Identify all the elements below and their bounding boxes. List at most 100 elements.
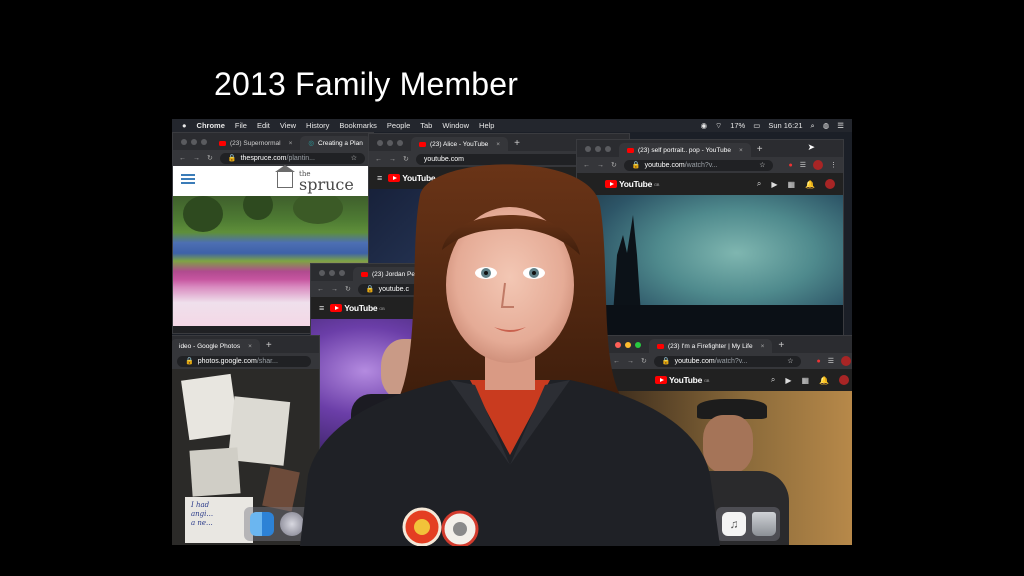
tab-title: Creating a Plan <box>318 139 363 147</box>
new-tab-button[interactable]: + <box>260 339 278 353</box>
dock-right: ♫ <box>716 507 780 541</box>
menu-edit[interactable]: Edit <box>257 121 270 130</box>
menu-bar-status: ◉ ⌔ 17% ▭ Sun 16:21 ⌕ ◍ ☰ <box>701 119 844 132</box>
menu-bookmarks[interactable]: Bookmarks <box>339 121 377 130</box>
search-icon[interactable]: ⌕ <box>771 375 775 385</box>
menu-tab[interactable]: Tab <box>420 121 432 130</box>
extension-icon[interactable]: ● <box>816 358 820 365</box>
handwriting-line: a ne... <box>191 519 213 527</box>
youtube-avatar[interactable] <box>839 375 849 385</box>
create-video-icon[interactable]: ▶ <box>771 180 777 189</box>
profile-avatar[interactable] <box>841 356 851 366</box>
siri-icon[interactable]: ◍ <box>823 121 830 130</box>
reading-list-icon[interactable]: ☰ <box>828 357 834 365</box>
zoom-window-icon[interactable] <box>201 138 207 145</box>
reading-list-icon[interactable]: ☰ <box>800 161 806 169</box>
presenter <box>300 164 720 546</box>
clock[interactable]: Sun 16:21 <box>768 121 802 130</box>
tab-title: (23) Supernormal <box>230 139 281 147</box>
tab-title: ideo - Google Photos <box>179 342 241 350</box>
music-app-icon[interactable]: ♫ <box>722 512 746 536</box>
back-icon[interactable]: ← <box>179 155 186 162</box>
mouse-cursor-icon: ➤ <box>807 142 815 152</box>
address-bar-row: 🔒 photos.google.com /shar... <box>172 353 319 369</box>
notifications-bell-icon[interactable]: 🔔 <box>805 180 815 189</box>
youtube-avatar[interactable] <box>825 179 835 189</box>
youtube-favicon-icon <box>219 140 226 146</box>
youtube-header-actions: ⌕ ▶ ▦ 🔔 <box>771 375 852 385</box>
extension-icon[interactable]: ● <box>788 162 792 169</box>
bookmark-star-icon[interactable]: ☆ <box>759 161 765 169</box>
url-field[interactable]: 🔒 photos.google.com /shar... <box>177 355 311 367</box>
bookmark-star-icon[interactable]: ☆ <box>787 357 793 365</box>
mac-menu-bar: ● Chrome File Edit View History Bookmark… <box>172 119 852 132</box>
notification-center-icon[interactable]: ☰ <box>837 121 844 130</box>
youtube-favicon-icon <box>627 147 634 153</box>
finder-icon[interactable] <box>250 512 274 536</box>
lock-icon: 🔒 <box>227 155 237 162</box>
forward-icon[interactable]: → <box>193 155 200 162</box>
close-tab-icon[interactable]: × <box>496 141 500 148</box>
new-tab-button[interactable]: + <box>772 339 790 353</box>
tab-creating-a-plan[interactable]: ◎ Creating a Plan <box>300 136 371 150</box>
minimize-window-icon[interactable] <box>191 138 197 145</box>
menu-chrome[interactable]: Chrome <box>197 121 225 130</box>
menu-view[interactable]: View <box>280 121 296 130</box>
youtube-header-actions: ⌕ ▶ ▦ 🔔 <box>757 179 843 189</box>
close-tab-icon[interactable]: × <box>248 343 252 350</box>
note-paper <box>189 447 241 497</box>
chrome-menu-icon[interactable]: ⋮ <box>830 161 837 169</box>
zoom-window-icon[interactable] <box>397 139 403 146</box>
battery-icon[interactable]: ▭ <box>753 121 760 130</box>
url-path: /shar... <box>256 357 278 365</box>
menu-people[interactable]: People <box>387 121 410 130</box>
spotlight-icon[interactable]: ⌕ <box>811 121 815 131</box>
trash-icon[interactable] <box>752 512 776 536</box>
tab-strip: (23) Supernormal × ◎ Creating a Plan <box>173 133 373 150</box>
tab-google-photos[interactable]: ideo - Google Photos × <box>172 339 260 353</box>
tab-alice[interactable]: (23) Alice - YouTube × <box>411 137 509 151</box>
reload-icon[interactable]: ↻ <box>207 154 213 162</box>
new-tab-button[interactable]: + <box>508 137 526 151</box>
hamburger-menu-icon[interactable] <box>181 174 195 184</box>
slide-title: 2013 Family Member <box>214 66 519 102</box>
close-tab-icon[interactable]: × <box>289 140 293 147</box>
handwriting-line: I had <box>191 501 210 509</box>
close-window-icon[interactable] <box>377 139 383 146</box>
create-video-icon[interactable]: ▶ <box>785 376 791 385</box>
tab-title: (23) Alice - YouTube <box>430 140 489 148</box>
house-icon <box>275 165 295 188</box>
search-icon[interactable]: ⌕ <box>757 179 761 189</box>
tab-title: (23) self portrait.. pop - YouTube <box>638 146 731 154</box>
menu-file[interactable]: File <box>235 121 247 130</box>
profile-avatar[interactable] <box>813 160 823 170</box>
handwriting-line: angi... <box>191 510 214 518</box>
notifications-bell-icon[interactable]: 🔔 <box>819 376 829 385</box>
spruce-favicon-icon: ◎ <box>308 140 315 147</box>
lock-icon: 🔒 <box>185 358 194 365</box>
battery-percent: 17% <box>730 121 746 130</box>
tab-supernormal[interactable]: (23) Supernormal × <box>211 136 300 150</box>
close-window-icon[interactable] <box>181 138 187 145</box>
wifi-icon[interactable]: ⌔ <box>715 121 722 131</box>
tab-strip: ideo - Google Photos × + <box>172 336 319 353</box>
record-icon[interactable]: ◉ <box>701 121 708 130</box>
youtube-favicon-icon <box>419 141 426 147</box>
zoom-window-icon[interactable] <box>605 145 611 152</box>
minimize-window-icon[interactable] <box>387 139 393 146</box>
new-tab-button[interactable]: + <box>751 143 769 157</box>
close-window-icon[interactable] <box>585 145 591 152</box>
apps-grid-icon[interactable]: ▦ <box>787 180 795 189</box>
menu-help[interactable]: Help <box>479 121 494 130</box>
close-tab-icon[interactable]: × <box>739 147 743 154</box>
apps-grid-icon[interactable]: ▦ <box>801 376 809 385</box>
url-host: photos.google.com <box>197 357 257 365</box>
menu-window[interactable]: Window <box>442 121 469 130</box>
handwritten-note: I had angi... a ne... <box>185 497 253 543</box>
url-host: thespruce.com <box>240 154 287 162</box>
menu-history[interactable]: History <box>306 121 329 130</box>
apple-icon[interactable]: ● <box>182 121 187 130</box>
close-tab-icon[interactable]: × <box>761 343 765 350</box>
photo-card <box>262 466 300 512</box>
minimize-window-icon[interactable] <box>595 145 601 152</box>
